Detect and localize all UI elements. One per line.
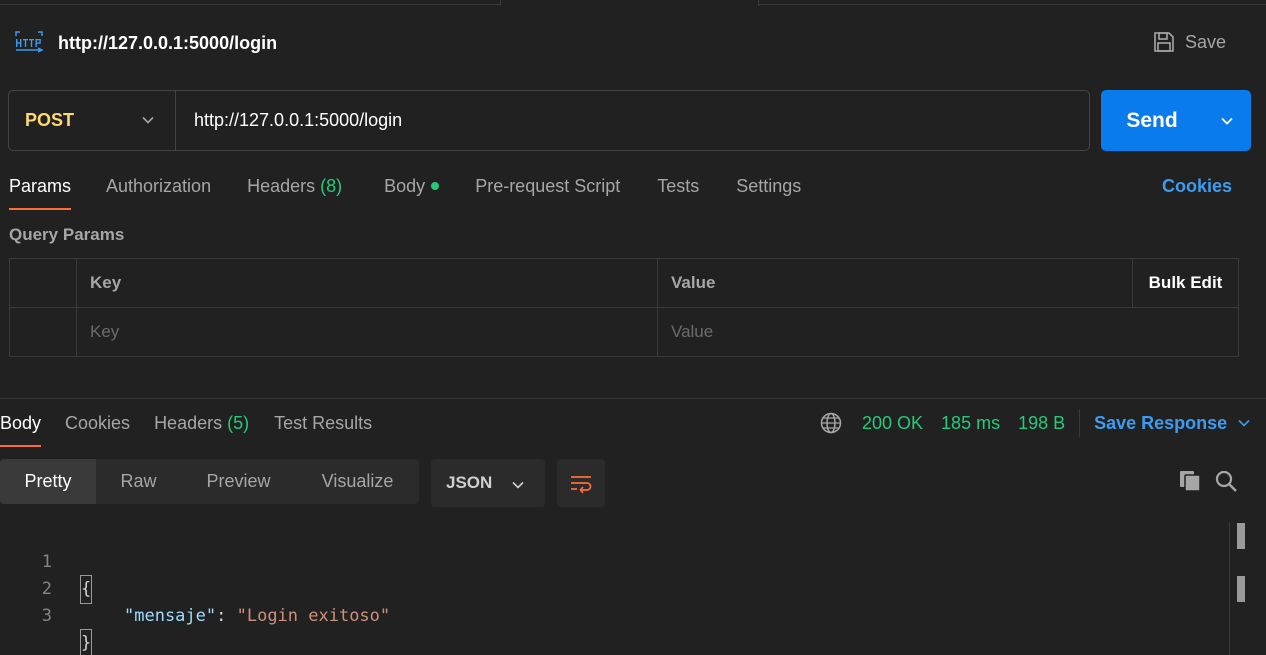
json-pair: "mensaje": "Login exitoso" <box>124 603 390 630</box>
tab-label: Pre-request Script <box>475 176 621 196</box>
save-label: Save <box>1185 31 1227 52</box>
response-divider[interactable] <box>0 398 1266 399</box>
tab-label: Headers <box>247 176 316 196</box>
key-input[interactable] <box>90 322 657 342</box>
json-colon: : <box>216 606 237 626</box>
line-number: 3 <box>41 606 52 626</box>
request-tabs: Params Authorization Headers (8) Body Pr… <box>9 174 801 210</box>
save-response-label: Save Response <box>1094 412 1228 433</box>
save-button[interactable]: Save <box>1153 29 1226 55</box>
send-button-group: Send <box>1101 90 1251 151</box>
wrap-lines-icon <box>571 476 592 494</box>
tab-label: Body <box>384 176 426 196</box>
copy-icon[interactable] <box>1178 469 1202 493</box>
code-line: 2 "mensaje": "Login exitoso" <box>0 549 390 626</box>
scrollbar-thumb[interactable] <box>1237 576 1245 602</box>
table-header-row: Key Value Bulk Edit <box>10 259 1238 308</box>
tab-label: Headers <box>154 413 223 433</box>
response-tab-test-results[interactable]: Test Results <box>274 411 372 447</box>
search-icon[interactable] <box>1214 469 1238 493</box>
chevron-down-icon[interactable] <box>1219 113 1235 129</box>
send-button[interactable]: Send <box>1101 109 1203 133</box>
chevron-down-icon <box>512 481 524 489</box>
format-preview[interactable]: Preview <box>181 459 296 504</box>
headers-count: (8) <box>320 176 343 196</box>
wrap-lines-button[interactable] <box>557 459 605 507</box>
query-params-title: Query Params <box>9 225 125 244</box>
save-response-button[interactable]: Save Response <box>1094 413 1251 434</box>
value-cell <box>658 308 1238 356</box>
tab-label: Body <box>0 413 42 433</box>
chevron-down-icon <box>1238 419 1250 427</box>
tab-strip-segment <box>759 0 1266 5</box>
value-column-header: Value <box>658 259 1133 307</box>
method-select[interactable]: POST <box>9 91 176 150</box>
separator <box>1079 409 1081 437</box>
checkbox-column-header <box>10 259 77 307</box>
format-segmented-control: Pretty Raw Preview Visualize <box>0 459 419 504</box>
response-status-bar: 200 OK 185 ms 198 B Save Response <box>820 409 1251 437</box>
value-input[interactable] <box>671 322 1238 342</box>
tab-label: Test Results <box>274 413 373 433</box>
url-bar: POST <box>8 90 1090 151</box>
response-tab-cookies[interactable]: Cookies <box>65 411 130 447</box>
format-pretty[interactable]: Pretty <box>0 459 96 504</box>
tab-label: Tests <box>657 176 700 196</box>
close-brace: } <box>79 629 93 655</box>
format-raw[interactable]: Raw <box>96 459 181 504</box>
response-size[interactable]: 198 B <box>1018 413 1065 434</box>
tab-divider <box>500 0 501 6</box>
tab-params[interactable]: Params <box>9 174 72 210</box>
key-cell <box>77 308 658 356</box>
table-row <box>10 308 1238 357</box>
url-input[interactable] <box>194 91 1074 150</box>
tab-label: Settings <box>736 176 802 196</box>
language-label: JSON <box>446 473 493 492</box>
query-params-table: Key Value Bulk Edit <box>9 258 1239 357</box>
format-visualize[interactable]: Visualize <box>296 459 419 504</box>
chevron-down-icon <box>142 116 154 124</box>
body-indicator-dot <box>431 182 440 191</box>
column-label: Key <box>90 273 122 292</box>
tab-headers[interactable]: Headers (8) <box>247 174 342 210</box>
response-tabs: Body Cookies Headers (5) Test Results <box>0 411 372 447</box>
tab-label: Authorization <box>106 176 212 196</box>
top-tab-strip <box>0 0 1266 6</box>
tab-authorization[interactable]: Authorization <box>106 174 211 210</box>
bulk-edit-button[interactable]: Bulk Edit <box>1133 259 1238 307</box>
headers-count: (5) <box>227 413 250 433</box>
response-time[interactable]: 185 ms <box>941 413 1000 434</box>
key-column-header: Key <box>77 259 658 307</box>
tab-label: Cookies <box>65 413 131 433</box>
code-line: 3 } <box>0 576 93 655</box>
json-key: "mensaje" <box>124 606 217 626</box>
http-icon <box>15 31 44 53</box>
tab-pre-request-script[interactable]: Pre-request Script <box>475 174 620 210</box>
tab-body[interactable]: Body <box>384 174 440 210</box>
save-icon <box>1154 32 1174 52</box>
open-brace: { <box>79 575 93 604</box>
code-gutter-divider <box>1229 522 1230 655</box>
scrollbar-thumb[interactable] <box>1237 523 1245 549</box>
json-value: "Login exitoso" <box>236 606 391 626</box>
response-tab-body[interactable]: Body <box>0 411 42 447</box>
status-code[interactable]: 200 OK <box>862 413 923 434</box>
row-checkbox-cell <box>10 308 77 356</box>
globe-icon[interactable] <box>820 412 842 434</box>
cookies-link[interactable]: Cookies <box>1162 174 1232 198</box>
tab-tests[interactable]: Tests <box>657 174 699 210</box>
column-label: Value <box>671 273 716 292</box>
tab-label: Params <box>9 176 72 196</box>
tab-strip-segment <box>0 0 500 5</box>
request-title[interactable]: http://127.0.0.1:5000/login <box>58 31 277 55</box>
language-select[interactable]: JSON <box>431 459 545 507</box>
response-tab-headers[interactable]: Headers (5) <box>154 411 249 447</box>
tab-settings[interactable]: Settings <box>736 174 801 210</box>
code-line: 1 { <box>0 522 93 604</box>
method-label: POST <box>25 110 75 130</box>
